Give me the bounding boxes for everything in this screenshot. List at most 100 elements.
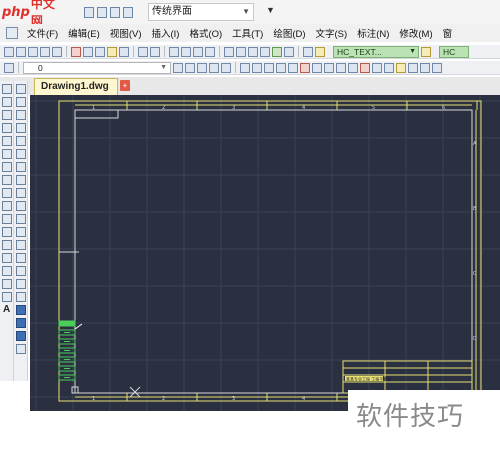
workspace-select[interactable]: 传统界面 ▼ [148,3,254,21]
tab-drawing1[interactable]: Drawing1.dwg [34,78,118,95]
design-center-icon[interactable] [236,46,246,57]
multiline-text-icon[interactable]: A [3,304,10,315]
redo-icon[interactable] [123,6,133,18]
stretch-tool-icon[interactable] [16,188,26,198]
new-tab-button[interactable]: + [120,80,130,91]
block-editor-icon[interactable] [119,46,129,57]
insert-block-icon[interactable] [2,227,12,237]
array-icon[interactable] [420,62,430,73]
menu-dimension[interactable]: 标注(N) [352,26,394,40]
break-icon[interactable] [16,227,26,237]
match-properties-icon[interactable] [107,46,117,57]
pan-icon[interactable] [169,46,179,57]
rectangle-icon[interactable] [240,62,250,73]
layer-isolate-icon[interactable] [209,62,219,73]
layer-manager-icon[interactable] [4,62,14,73]
dimension-style-select[interactable]: HC [439,45,469,58]
menu-insert[interactable]: 插入(I) [146,26,184,40]
polyline-icon[interactable] [2,110,12,120]
calculator-icon[interactable] [284,46,294,57]
menu-view[interactable]: 视图(V) [105,26,147,40]
join-icon[interactable] [16,240,26,250]
copy-icon[interactable] [83,46,93,57]
palette-tool-icon[interactable] [16,344,26,354]
trim-tool-icon[interactable] [16,201,26,211]
dimension-linear-icon[interactable] [264,62,274,73]
drawing-canvas[interactable]: 112233445566ABCD某某专业工程 工程平面图 [30,95,500,411]
menu-draw[interactable]: 绘图(D) [268,26,310,40]
app-menu-icon[interactable] [6,27,18,39]
plot-icon[interactable] [52,46,62,57]
layer-previous-icon[interactable] [185,62,195,73]
layer-freeze-icon[interactable] [221,62,231,73]
menu-tools[interactable]: 工具(T) [227,26,268,40]
text-style-select[interactable]: HC_TEXT... ▼ [333,45,419,58]
polygon-icon[interactable] [2,123,12,133]
tool-palettes-icon[interactable] [248,46,258,57]
quick-access-more-icon[interactable]: ▼ [266,5,275,15]
copy-tool-icon[interactable] [16,97,26,107]
print-icon[interactable] [97,6,107,18]
array-tool-icon[interactable] [16,136,26,146]
spline-icon[interactable] [2,188,12,198]
design-tool-icon[interactable] [16,331,26,341]
extend-tool-icon[interactable] [16,214,26,224]
print-preview-icon[interactable] [40,46,50,57]
region-icon[interactable] [252,62,262,73]
region-draw-icon[interactable] [2,292,12,302]
menu-edit[interactable]: 编辑(E) [63,26,105,40]
scale-icon[interactable] [16,175,26,185]
copy-object-icon[interactable] [324,62,334,73]
layer-tool-icon[interactable] [16,305,26,315]
circle-icon[interactable] [2,162,12,172]
chamfer-icon[interactable] [16,253,26,263]
erase-icon[interactable] [300,62,310,73]
paste-icon[interactable] [95,46,105,57]
menu-format[interactable]: 格式(O) [184,26,227,40]
explode-tool-icon[interactable] [16,279,26,289]
redo-toolbar-icon[interactable] [150,46,160,57]
fillet-icon[interactable] [372,62,382,73]
rectangle-draw-icon[interactable] [2,136,12,146]
area-icon[interactable] [288,62,298,73]
trim-icon[interactable] [348,62,358,73]
undo-toolbar-icon[interactable] [138,46,148,57]
arc-icon[interactable] [2,149,12,159]
cut-icon[interactable] [71,46,81,57]
gradient-icon[interactable] [2,279,12,289]
layer-select[interactable]: 0 ▼ [23,61,171,74]
menu-text[interactable]: 文字(S) [311,26,353,40]
stretch-icon[interactable] [336,62,346,73]
menu-file[interactable]: 文件(F) [22,26,63,40]
properties-tool-icon[interactable] [16,318,26,328]
ellipse-icon[interactable] [2,201,12,211]
menu-window[interactable]: 窗 [438,26,458,40]
text-style-icon[interactable] [315,46,325,57]
rotate-icon[interactable] [16,162,26,172]
move-tool-icon[interactable] [16,149,26,159]
sheet-set-icon[interactable] [260,46,270,57]
fillet-tool-icon[interactable] [16,266,26,276]
save-icon[interactable] [84,6,94,18]
new-file-icon[interactable] [4,46,14,57]
properties-icon[interactable] [224,46,234,57]
move-icon[interactable] [312,62,322,73]
revision-cloud-icon[interactable] [2,175,12,185]
construction-line-icon[interactable] [2,97,12,107]
point-icon[interactable] [2,253,12,263]
offset-icon[interactable] [432,62,442,73]
layer-state-icon[interactable] [197,62,207,73]
make-current-layer-icon[interactable] [173,62,183,73]
open-file-icon[interactable] [16,46,26,57]
undo-icon[interactable] [110,6,120,18]
hatch-icon[interactable] [396,62,406,73]
zoom-realtime-icon[interactable] [181,46,191,57]
save-file-icon[interactable] [28,46,38,57]
zoom-tool-icon[interactable] [16,292,26,302]
extend-icon[interactable] [360,62,370,73]
help-icon[interactable] [303,46,313,57]
explode-icon[interactable] [384,62,394,73]
offset-tool-icon[interactable] [16,123,26,133]
mirror-icon[interactable] [16,110,26,120]
line-icon[interactable] [2,84,12,94]
